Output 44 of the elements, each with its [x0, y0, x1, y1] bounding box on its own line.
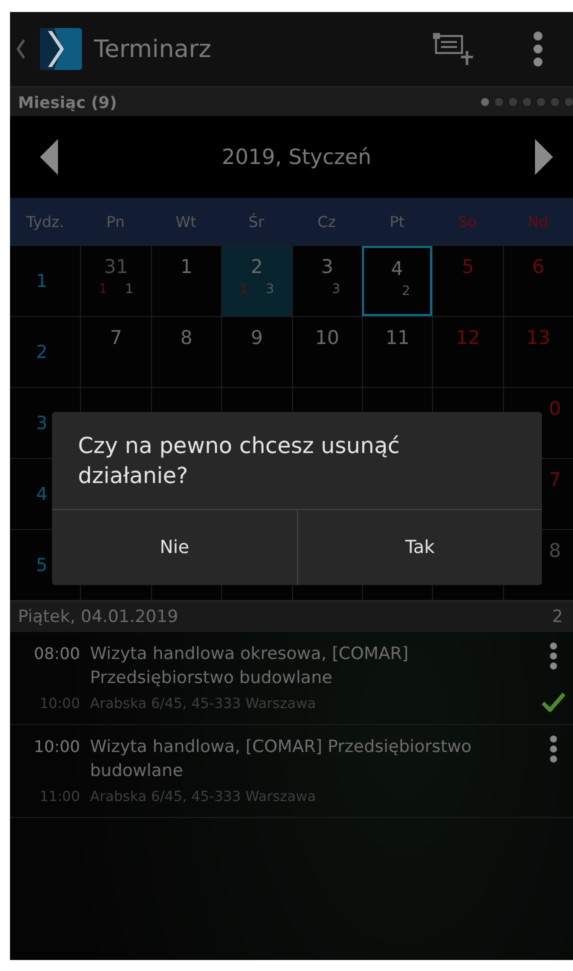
app-title: Terminarz — [94, 35, 212, 63]
dialog-button[interactable]: Nie — [52, 510, 297, 585]
view-label: Miesiąc (9) — [18, 92, 117, 112]
event-title: Wizyta handlowa okresowa, [COMAR] Przedsiębiorstwo budowlane — [90, 643, 410, 690]
start-time: 08:00 — [34, 644, 80, 663]
week-column-header: Tydz. — [26, 212, 64, 230]
weekday-header: Nd — [527, 212, 548, 230]
day-cell[interactable]: 7 — [80, 317, 151, 387]
dialog-message: Czy na pewno chcesz usunąć działanie? — [52, 412, 542, 510]
day-cell[interactable]: 10 — [292, 317, 362, 387]
add-event-icon[interactable] — [431, 31, 475, 67]
week-number: 5 — [36, 554, 48, 576]
back-icon[interactable] — [16, 38, 26, 60]
selected-date: Piątek, 04.01.2019 — [18, 607, 178, 627]
week-number: 2 — [36, 342, 48, 362]
day-cell[interactable]: 31 1 1 — [80, 246, 151, 316]
day-cell[interactable]: 8 — [150, 317, 222, 387]
next-month-icon[interactable] — [535, 139, 553, 175]
month-title: 2019, Styczeń — [222, 145, 372, 169]
app-logo-icon — [40, 28, 82, 70]
dialog-button[interactable]: Tak — [297, 510, 542, 585]
weekday-header: Śr — [248, 212, 264, 230]
weekday-header: Pt — [390, 212, 405, 230]
weekday-header: Cz — [318, 212, 336, 230]
day-cell[interactable]: 11 — [362, 317, 432, 387]
end-time: 11:00 — [40, 789, 80, 805]
more-options-icon[interactable] — [548, 735, 558, 763]
event-title: Wizyta handlowa, [COMAR] Przedsiębiorstwo budowlane — [90, 736, 473, 783]
week-number: 3 — [36, 412, 48, 434]
weekday-header: Pn — [106, 212, 125, 230]
event-count: 2 — [552, 607, 563, 627]
weekday-header: Wt — [176, 212, 196, 230]
overflow-menu-icon[interactable] — [533, 31, 543, 67]
day-cell[interactable]: 4 2 — [362, 246, 432, 316]
day-cell[interactable]: 9 — [221, 317, 292, 387]
weekday-header: So — [458, 212, 477, 230]
week-number: 1 — [36, 270, 48, 292]
previous-month-icon[interactable] — [40, 139, 58, 175]
more-options-icon[interactable] — [548, 642, 558, 670]
week-number: 4 — [36, 484, 48, 504]
day-cell[interactable]: 2 1 3 — [221, 246, 292, 316]
start-time: 10:00 — [34, 737, 80, 756]
end-time: 10:00 — [40, 696, 80, 712]
day-cell[interactable]: 3 3 — [292, 246, 362, 316]
